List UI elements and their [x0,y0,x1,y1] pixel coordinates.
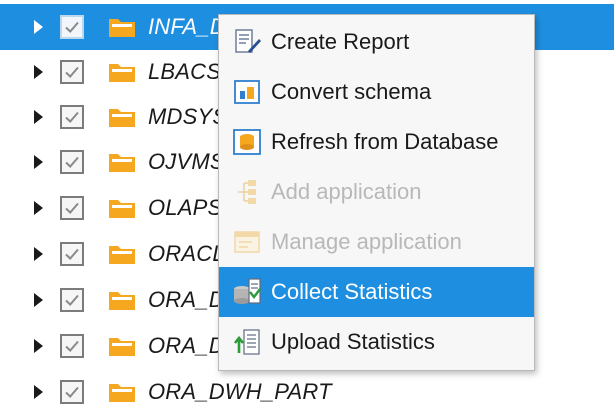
schema-folder-icon [109,246,135,264]
schema-folder-icon [109,154,135,172]
row-checkbox[interactable] [60,150,84,174]
menu-item-manage-application: Manage application [219,217,534,267]
tree-row-label: MDSYS [148,104,228,129]
menu-item-label: Upload Statistics [271,329,435,354]
expand-arrow-icon[interactable] [34,110,43,124]
row-checkbox[interactable] [60,196,84,220]
menu-item-upload-statistics[interactable]: Upload Statistics [219,317,534,367]
expand-arrow-icon[interactable] [34,293,43,307]
checkmark-icon [65,294,79,306]
expand-arrow-icon[interactable] [34,385,43,399]
tree-row-label: ORA_D [148,333,225,358]
tree-row-label: OLAPS [148,195,223,220]
row-checkbox[interactable] [60,242,84,266]
menu-item-convert-schema[interactable]: Convert schema [219,67,534,117]
row-checkbox[interactable] [60,334,84,358]
menu-item-label: Add application [271,179,422,204]
checkmark-icon [65,21,79,33]
upload-statistics-icon [233,329,260,355]
tree-row-label: OJVMS [148,149,225,174]
menu-item-label: Collect Statistics [271,279,433,304]
checkmark-icon [65,386,79,398]
report-icon [235,29,261,53]
checkmark-icon [65,66,79,78]
schema-folder-icon [109,338,135,356]
schema-folder-icon [109,109,135,127]
menu-item-create-report[interactable]: Create Report [219,17,534,67]
convert-schema-icon [234,80,260,104]
row-checkbox[interactable] [60,288,84,312]
context-menu: Create Report Convert schema Refresh fro… [218,14,535,371]
row-checkbox[interactable] [60,105,84,129]
row-checkbox[interactable] [60,60,84,84]
tree-row-label: LBACS [148,59,222,84]
expand-arrow-icon[interactable] [34,65,43,79]
schema-folder-icon [109,19,135,37]
collect-statistics-icon [234,278,261,304]
menu-item-label: Convert schema [271,79,432,104]
expand-arrow-icon[interactable] [34,20,43,34]
schema-folder-icon [109,200,135,218]
expand-arrow-icon[interactable] [34,201,43,215]
row-checkbox[interactable] [60,15,84,39]
expand-arrow-icon[interactable] [34,339,43,353]
expand-arrow-icon[interactable] [34,247,43,261]
schema-folder-icon [109,64,135,82]
checkmark-icon [65,202,79,214]
menu-item-label: Create Report [271,29,410,54]
add-application-icon [238,180,256,204]
tree-row-label: INFA_D [148,14,226,39]
tree-row[interactable]: ORA_DWH_PART [0,369,614,415]
schema-folder-icon [109,292,135,310]
checkmark-icon [65,111,79,123]
database-refresh-icon [233,129,261,155]
tree-row-label: ORA_D [148,287,225,312]
expand-arrow-icon[interactable] [34,155,43,169]
tree-row-label: ORA_DWH_PART [148,379,332,404]
menu-item-label: Refresh from Database [271,129,499,154]
menu-item-add-application: Add application [219,167,534,217]
manage-application-icon [234,231,260,253]
checkmark-icon [65,248,79,260]
menu-item-collect-statistics[interactable]: Collect Statistics [219,267,534,317]
tree-row-label: ORACL [148,241,225,266]
row-checkbox[interactable] [60,380,84,404]
menu-item-label: Manage application [271,229,462,254]
checkmark-icon [65,340,79,352]
menu-item-refresh-from-database[interactable]: Refresh from Database [219,117,534,167]
checkmark-icon [65,156,79,168]
schema-folder-icon [109,384,135,402]
